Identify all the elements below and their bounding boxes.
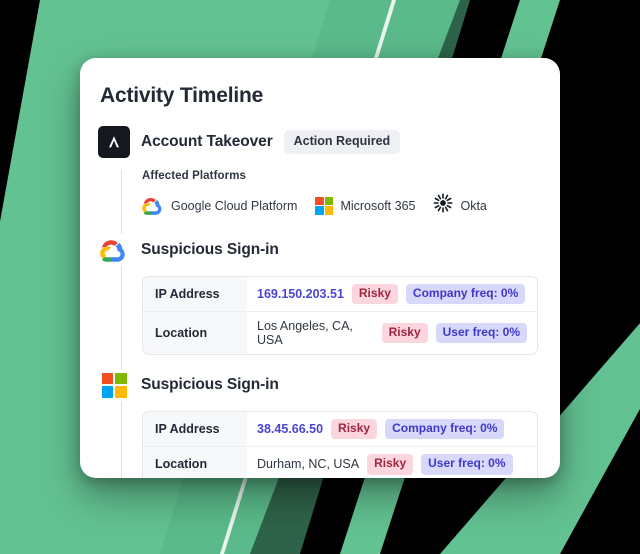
status-badge[interactable]: Action Required [283, 130, 401, 154]
page-title: Activity Timeline [100, 84, 264, 107]
location-value: Durham, NC, USA [257, 457, 360, 472]
frequency-badge: Company freq: 0% [405, 284, 526, 305]
timeline-item-account-takeover: Account Takeover Action Required Affecte… [98, 126, 538, 234]
timeline-item-suspicious-signin-ms: Suspicious Sign-in IP Address 38.45.66.5… [98, 369, 538, 478]
risk-badge: Risky [351, 284, 398, 305]
activity-timeline-card: Activity Timeline Account Takeover Actio… [80, 58, 560, 478]
table-cell-label: IP Address [143, 412, 247, 447]
platform-item-okta[interactable]: Okta [433, 193, 487, 218]
frequency-badge: User freq: 0% [421, 454, 513, 475]
affected-platforms-section: Affected Platforms Google Cloud Platform… [98, 158, 538, 234]
frequency-badge: User freq: 0% [435, 323, 527, 344]
table-cell-value: 38.45.66.50 Risky Company freq: 0% [247, 412, 537, 446]
risk-badge: Risky [367, 454, 414, 475]
platform-item-google-cloud[interactable]: Google Cloud Platform [142, 197, 297, 215]
platform-item-microsoft[interactable]: Microsoft 365 [315, 196, 416, 215]
ip-address-value: 38.45.66.50 [257, 422, 324, 437]
timeline-item-title: Suspicious Sign-in [141, 376, 279, 394]
okta-icon [433, 193, 454, 218]
timeline-item-suspicious-signin-gcp: Suspicious Sign-in IP Address 169.150.20… [98, 234, 538, 369]
table-cell-value: 169.150.203.51 Risky Company freq: 0% [247, 277, 537, 311]
platform-list: Google Cloud Platform Microsoft 365 Okta [142, 193, 538, 218]
timeline-item-header[interactable]: Account Takeover Action Required [98, 126, 538, 158]
table-cell-label: IP Address [143, 277, 247, 312]
timeline-item-title: Account Takeover [141, 133, 273, 150]
microsoft-icon [315, 196, 334, 215]
detail-table: IP Address 38.45.66.50 Risky Company fre… [142, 411, 538, 478]
affected-platforms-label: Affected Platforms [142, 170, 247, 182]
table-cell-label: Location [143, 312, 247, 355]
microsoft-icon [98, 369, 130, 402]
table-cell-value: Los Angeles, CA, USA Risky User freq: 0% [247, 312, 537, 354]
google-cloud-icon [142, 197, 164, 215]
table-cell-value: Durham, NC, USA Risky User freq: 0% [247, 447, 537, 478]
platform-name: Microsoft 365 [340, 198, 416, 213]
detail-table-container: IP Address 169.150.203.51 Risky Company … [98, 266, 538, 369]
frequency-badge: Company freq: 0% [385, 419, 505, 440]
risk-badge: Risky [381, 323, 428, 344]
timeline-item-header[interactable]: Suspicious Sign-in [98, 369, 538, 402]
table-row[interactable]: IP Address 38.45.66.50 Risky Company fre… [143, 412, 537, 448]
timeline-item-title: Suspicious Sign-in [141, 241, 279, 258]
risk-badge: Risky [331, 419, 378, 440]
location-value: Los Angeles, CA, USA [257, 319, 353, 348]
table-cell-label: Location [143, 447, 247, 478]
google-cloud-icon [98, 234, 130, 266]
abnormal-logo-icon [98, 126, 130, 158]
table-row[interactable]: Location Durham, NC, USA Risky User freq… [143, 447, 537, 478]
platform-name: Google Cloud Platform [171, 198, 298, 213]
ip-address-value: 169.150.203.51 [257, 287, 344, 302]
table-row[interactable]: Location Los Angeles, CA, USA Risky User… [143, 312, 537, 355]
detail-table: IP Address 169.150.203.51 Risky Company … [142, 276, 538, 356]
table-row[interactable]: IP Address 169.150.203.51 Risky Company … [143, 277, 537, 313]
platform-name: Okta [460, 198, 487, 213]
timeline-item-header[interactable]: Suspicious Sign-in [98, 234, 538, 266]
detail-table-container: IP Address 38.45.66.50 Risky Company fre… [98, 401, 538, 478]
timeline: Account Takeover Action Required Affecte… [98, 126, 538, 478]
